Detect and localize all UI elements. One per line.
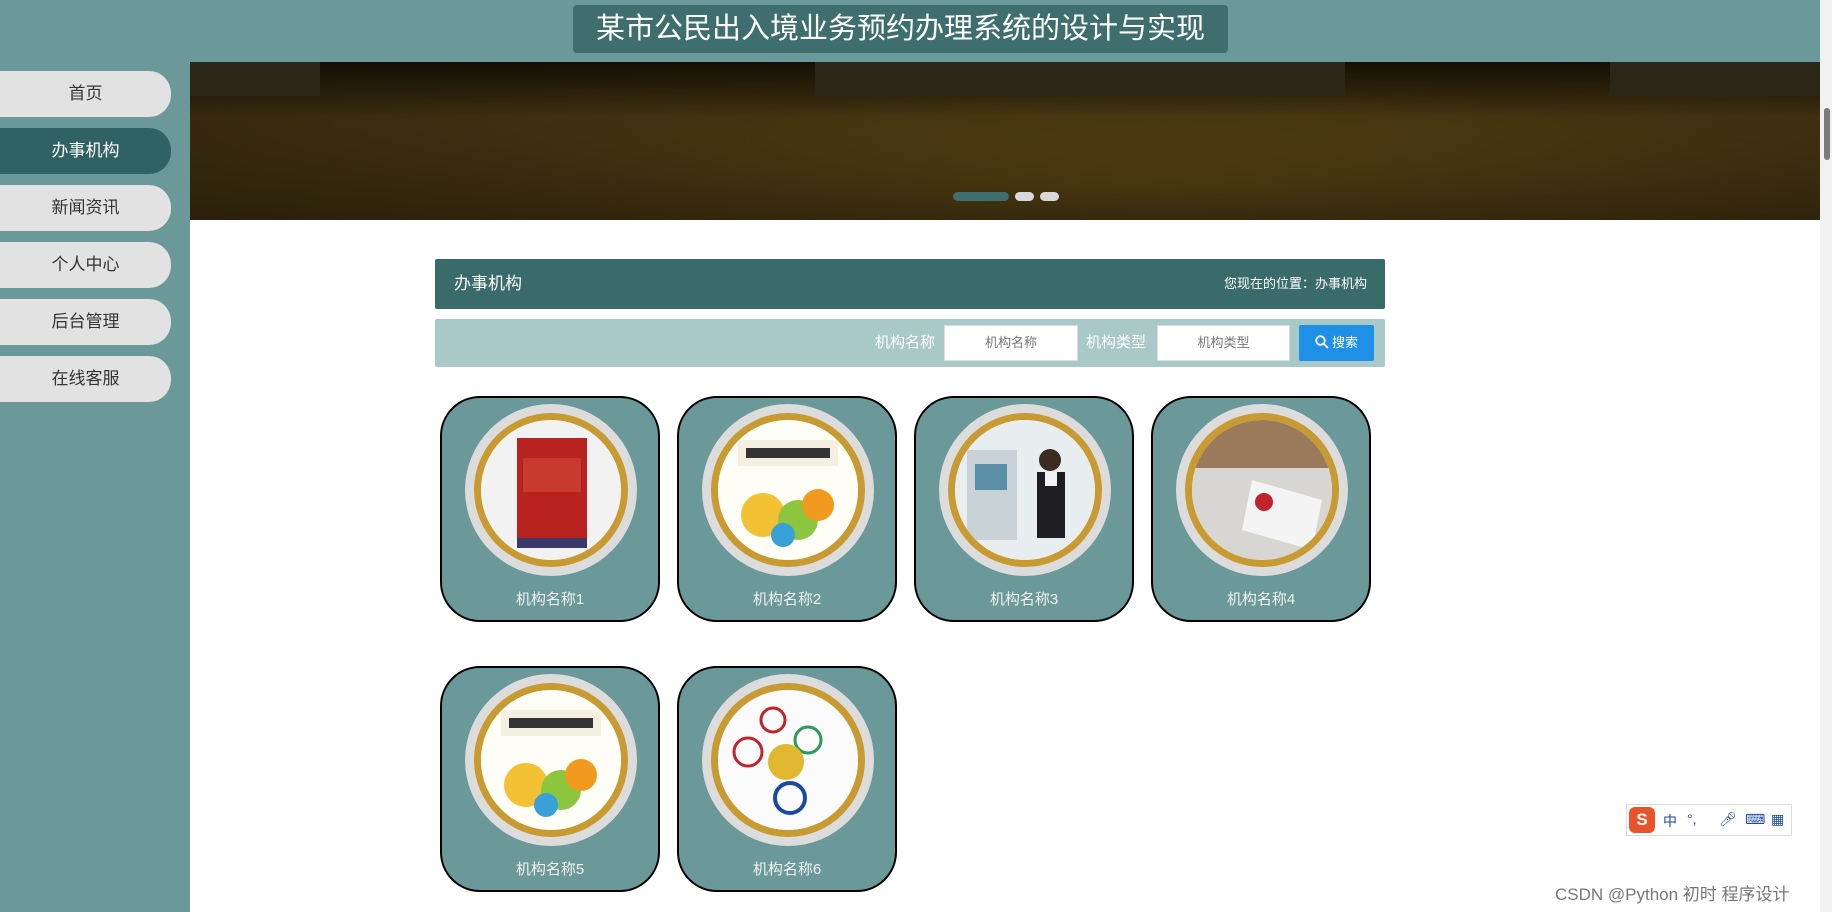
- banner-shape: [1610, 62, 1820, 96]
- sidebar-item-admin[interactable]: 后台管理: [0, 299, 171, 345]
- ime-punct[interactable]: °,: [1687, 811, 1697, 827]
- banner-shape: [815, 62, 1345, 96]
- ime-toolbar[interactable]: S 中 °, 🎤︎ ⌨ ▦: [1626, 804, 1792, 836]
- agency-name: 机构名称1: [515, 591, 585, 608]
- card-ring: [702, 674, 874, 846]
- search-icon: [1315, 335, 1329, 349]
- agency-image: [718, 420, 858, 560]
- agency-name: 机构名称5: [515, 861, 585, 878]
- scrollbar-thumb[interactable]: [1824, 108, 1830, 160]
- agency-name: 机构名称3: [989, 591, 1059, 608]
- card-ring-inner: [474, 413, 628, 567]
- card-ring: [465, 404, 637, 576]
- agency-card-2[interactable]: 机构名称2: [677, 396, 897, 622]
- agency-name: 机构名称6: [752, 861, 822, 878]
- ime-logo-icon: S: [1629, 807, 1655, 833]
- agency-name: 机构名称4: [1226, 591, 1296, 608]
- top-bar: 某市公民出入境业务预约办理系统的设计与实现: [0, 0, 1820, 62]
- sidebar-item-profile[interactable]: 个人中心: [0, 242, 171, 288]
- card-ring: [1176, 404, 1348, 576]
- name-input[interactable]: 机构名称: [944, 325, 1078, 361]
- microphone-icon[interactable]: 🎤︎: [1719, 811, 1737, 828]
- sidebar-item-support[interactable]: 在线客服: [0, 356, 171, 402]
- breadcrumb: 您现在的位置：办事机构: [1223, 276, 1367, 291]
- card-ring: [702, 404, 874, 576]
- agency-image: [481, 690, 621, 830]
- agency-image: [718, 690, 858, 830]
- sidebar-item-news[interactable]: 新闻资讯: [0, 185, 171, 231]
- card-ring-inner: [948, 413, 1102, 567]
- agency-card-5[interactable]: 机构名称5: [440, 666, 660, 892]
- section-title: 办事机构: [454, 274, 522, 293]
- search-button[interactable]: 搜索: [1299, 325, 1374, 361]
- page-scrollbar[interactable]: [1820, 0, 1832, 912]
- agency-image: [481, 420, 621, 560]
- sidebar-item-agencies[interactable]: 办事机构: [0, 128, 171, 174]
- type-input[interactable]: 机构类型: [1157, 325, 1290, 361]
- carousel-dot-1[interactable]: [953, 192, 1009, 201]
- card-ring: [939, 404, 1111, 576]
- watermark: CSDN @Python 初时 程序设计: [1555, 885, 1790, 904]
- section-header: 办事机构 您现在的位置：办事机构: [435, 259, 1385, 309]
- agency-image: [955, 420, 1095, 560]
- card-ring: [465, 674, 637, 846]
- ime-mode[interactable]: 中: [1663, 811, 1677, 831]
- search-button-label: 搜索: [1331, 335, 1358, 350]
- carousel-dot-3[interactable]: [1040, 192, 1059, 201]
- agency-name: 机构名称2: [752, 591, 822, 608]
- system-title: 某市公民出入境业务预约办理系统的设计与实现: [573, 5, 1228, 53]
- card-ring-inner: [1185, 413, 1339, 567]
- banner-shape: [190, 62, 320, 96]
- card-ring-inner: [474, 683, 628, 837]
- carousel-dot-2[interactable]: [1015, 192, 1034, 201]
- grid-icon[interactable]: ▦: [1771, 811, 1784, 828]
- sidebar-item-home[interactable]: 首页: [0, 71, 171, 117]
- keyboard-icon[interactable]: ⌨: [1745, 811, 1765, 828]
- agency-card-3[interactable]: 机构名称3: [914, 396, 1134, 622]
- sidebar: 首页 办事机构 新闻资讯 个人中心 后台管理 在线客服: [0, 62, 190, 912]
- agency-card-4[interactable]: 机构名称4: [1151, 396, 1371, 622]
- type-label: 机构类型: [1086, 334, 1147, 351]
- agency-image: [1192, 420, 1332, 560]
- card-ring-inner: [711, 683, 865, 837]
- agency-card-1[interactable]: 机构名称1: [440, 396, 660, 622]
- search-bar: 机构名称 机构名称 机构类型 机构类型 搜索: [435, 319, 1385, 367]
- agency-card-6[interactable]: 机构名称6: [677, 666, 897, 892]
- card-ring-inner: [711, 413, 865, 567]
- name-label: 机构名称: [875, 334, 936, 351]
